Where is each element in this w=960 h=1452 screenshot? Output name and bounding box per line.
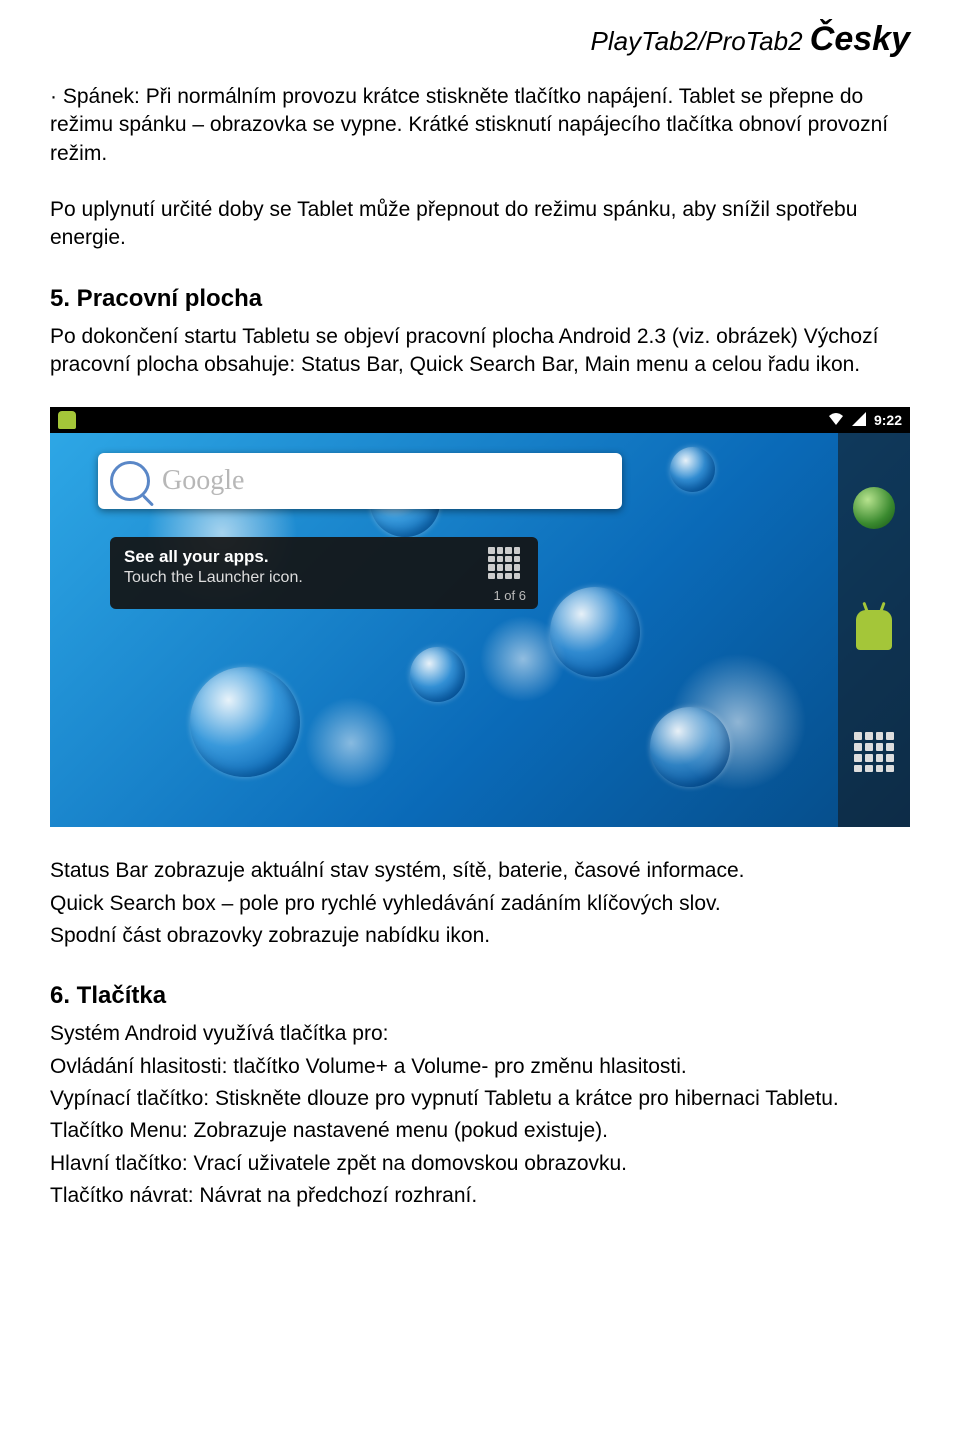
android-notification-icon[interactable]: [58, 411, 76, 429]
wallpaper-droplet: [410, 647, 465, 702]
product-name: PlayTab2/ProTab2: [591, 26, 803, 56]
wallpaper-droplet: [650, 707, 730, 787]
section-5b-line1: Status Bar zobrazuje aktuální stav systé…: [50, 857, 910, 885]
signal-icon: [852, 412, 866, 429]
android-app-icon[interactable]: [851, 607, 897, 653]
section-5b-line3: Spodní část obrazovky zobrazuje nabídku …: [50, 922, 910, 950]
section-6-line4: Tlačítko Menu: Zobrazuje nastavené menu …: [50, 1117, 910, 1145]
section-6-line3: Vypínací tlačítko: Stiskněte dlouze pro …: [50, 1085, 910, 1113]
language-label: Česky: [810, 20, 910, 58]
intro-paragraph-2: Po uplynutí určité doby se Tablet může p…: [50, 196, 910, 253]
wallpaper-droplet: [670, 447, 715, 492]
wallpaper-droplet: [190, 667, 300, 777]
section-5b-line2: Quick Search box – pole pro rychlé vyhle…: [50, 890, 910, 918]
tip-title: See all your apps.: [124, 547, 524, 567]
tip-page-indicator: 1 of 6: [493, 588, 526, 603]
google-search-widget[interactable]: Google: [98, 453, 622, 509]
wifi-icon: [828, 412, 844, 429]
section-5-text: Po dokončení startu Tabletu se objeví pr…: [50, 323, 910, 380]
apps-grid-icon: [488, 547, 520, 579]
status-bar: 9:22: [50, 407, 910, 433]
search-placeholder: Google: [162, 465, 244, 497]
launcher-apps-icon[interactable]: [851, 729, 897, 775]
page-header: PlayTab2/ProTab2 Česky: [50, 20, 910, 59]
android-home-screenshot: 9:22 Google See all your apps. Touch the…: [50, 407, 910, 827]
section-6-line2: Ovládání hlasitosti: tlačítko Volume+ a …: [50, 1053, 910, 1081]
section-6-line5: Hlavní tlačítko: Vrací uživatele zpět na…: [50, 1150, 910, 1178]
document-page: PlayTab2/ProTab2 Česky · Spánek: Při nor…: [0, 0, 960, 1279]
section-5-title: 5. Pracovní plocha: [50, 285, 910, 313]
wallpaper-droplet: [550, 587, 640, 677]
search-icon: [110, 461, 150, 501]
browser-app-icon[interactable]: [851, 485, 897, 531]
section-6-title: 6. Tlačítka: [50, 982, 910, 1010]
section-6-line1: Systém Android využívá tlačítka pro:: [50, 1020, 910, 1048]
onboarding-tip[interactable]: See all your apps. Touch the Launcher ic…: [110, 537, 538, 609]
intro-paragraph-1: · Spánek: Při normálním provozu krátce s…: [50, 83, 910, 168]
right-dock: [838, 433, 910, 827]
status-time: 9:22: [874, 412, 902, 428]
tip-subtitle: Touch the Launcher icon.: [124, 569, 524, 587]
section-6-line6: Tlačítko návrat: Návrat na předchozí roz…: [50, 1182, 910, 1210]
